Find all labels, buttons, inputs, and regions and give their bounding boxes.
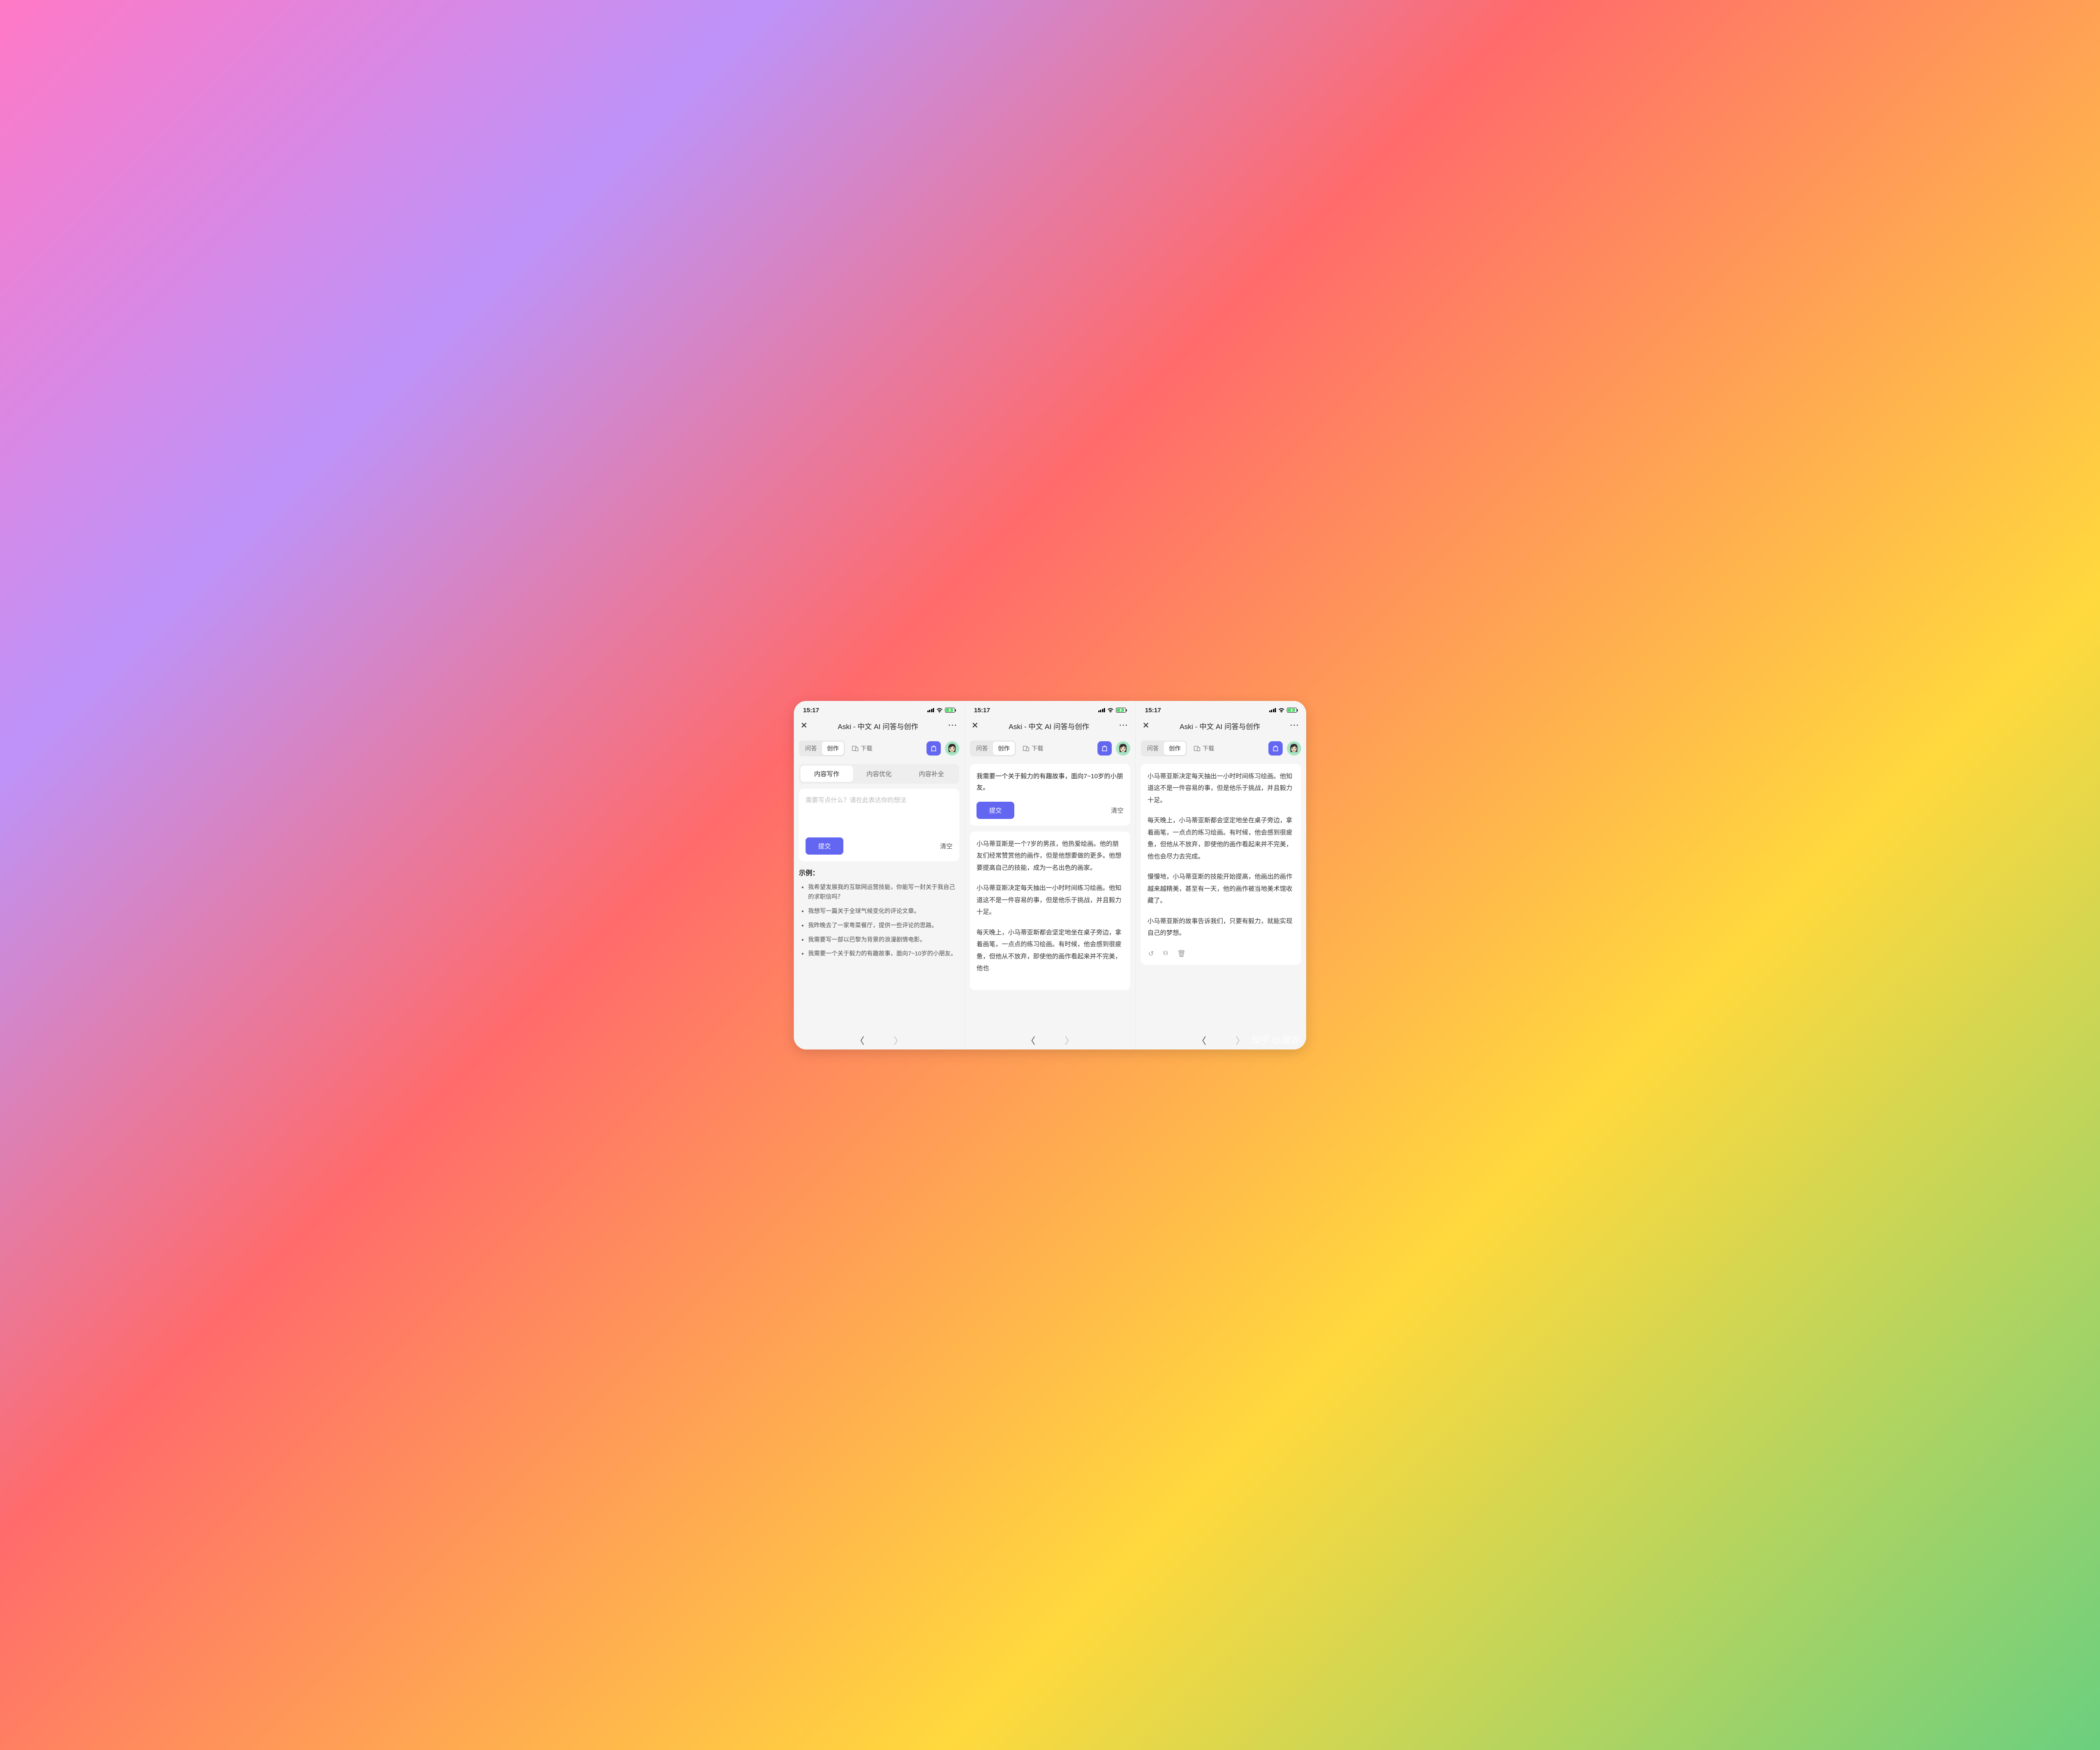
subtab-complete[interactable]: 内容补全 bbox=[905, 766, 958, 782]
story-paragraph: 每天晚上，小马蒂亚斯都会坚定地坐在桌子旁边，拿着画笔，一点点的练习绘画。有时候，… bbox=[976, 927, 1124, 975]
shop-button[interactable] bbox=[1268, 741, 1283, 756]
more-icon[interactable]: ··· bbox=[1290, 722, 1299, 729]
examples-section: 示例： 我希望发展我的互联网运营技能，你能写一封关于我自己的求职信吗？ 我想写一… bbox=[799, 867, 959, 959]
tab-qa[interactable]: 问答 bbox=[971, 742, 993, 755]
bag-icon bbox=[930, 745, 937, 752]
result-card: 小马蒂亚斯是一个7岁的男孩，他热爱绘画。他的朋友们经常赞赏他的画作，但是他想要做… bbox=[970, 832, 1130, 990]
page-next-icon[interactable]: 〉 bbox=[1236, 1034, 1245, 1047]
tab-qa[interactable]: 问答 bbox=[800, 742, 822, 755]
example-item[interactable]: 我想写一篇关于全球气候变化的评论文章。 bbox=[808, 906, 959, 916]
mode-segment: 问答 创作 bbox=[970, 740, 1016, 756]
signal-icon bbox=[927, 708, 934, 712]
regenerate-icon[interactable]: ↺ bbox=[1148, 950, 1154, 958]
wifi-icon bbox=[1107, 708, 1114, 713]
prompt-input-card: 我需要一个关于毅力的有趣故事，面向7~10岁的小朋友。 提交 清空 bbox=[970, 764, 1130, 826]
bag-icon bbox=[1272, 745, 1279, 752]
shop-button[interactable] bbox=[927, 741, 941, 756]
tab-create[interactable]: 创作 bbox=[822, 742, 844, 755]
download-link[interactable]: 下载 bbox=[1023, 744, 1043, 753]
more-icon[interactable]: ··· bbox=[948, 722, 958, 729]
phone-screen-3: 15:17 ✕ Aski - 中文 AI 问答与创作 ··· 问答 创作 下载 bbox=[1135, 701, 1306, 1049]
app-title: Aski - 中文 AI 问答与创作 bbox=[838, 721, 919, 731]
story-paragraph: 小马蒂亚斯是一个7岁的男孩，他热爱绘画。他的朋友们经常赞赏他的画作，但是他想要做… bbox=[976, 838, 1124, 874]
pager: 〈 〉 bbox=[1136, 1034, 1306, 1047]
pager: 〈 〉 bbox=[965, 1034, 1135, 1047]
mode-segment: 问答 创作 bbox=[1141, 740, 1187, 756]
phone-screen-2: 15:17 ✕ Aski - 中文 AI 问答与创作 ··· 问答 创作 下载 bbox=[964, 701, 1135, 1049]
delete-icon[interactable]: 🗑︎ bbox=[1177, 950, 1186, 958]
page-prev-icon[interactable]: 〈 bbox=[1026, 1034, 1035, 1047]
mode-segment: 问答 创作 bbox=[799, 740, 845, 756]
pager: 〈 〉 bbox=[794, 1034, 964, 1047]
story-paragraph: 每天晚上，小马蒂亚斯都会坚定地坐在桌子旁边，拿着画笔，一点点的练习绘画。有时候，… bbox=[1147, 815, 1294, 863]
subtab-write[interactable]: 内容写作 bbox=[801, 766, 853, 782]
subtab-optimize[interactable]: 内容优化 bbox=[853, 766, 906, 782]
status-time: 15:17 bbox=[1145, 707, 1161, 714]
app-nav-bar: ✕ Aski - 中文 AI 问答与创作 ··· bbox=[1136, 715, 1306, 737]
page-next-icon[interactable]: 〉 bbox=[894, 1034, 903, 1047]
user-avatar[interactable]: 👩🏻 bbox=[1116, 741, 1130, 756]
story-paragraph: 小马蒂亚斯决定每天抽出一小时时间练习绘画。他知道这不是一件容易的事，但是他乐于挑… bbox=[1147, 771, 1294, 807]
app-nav-bar: ✕ Aski - 中文 AI 问答与创作 ··· bbox=[965, 715, 1135, 737]
tab-create[interactable]: 创作 bbox=[993, 742, 1015, 755]
status-time: 15:17 bbox=[974, 707, 990, 714]
story-paragraph: 小马蒂亚斯的故事告诉我们，只要有毅力，就能实现自己的梦想。 bbox=[1147, 916, 1294, 939]
phone-screen-1: 15:17 ✕ Aski - 中文 AI 问答与创作 ··· 问答 创作 下载 bbox=[794, 701, 964, 1049]
page-next-icon[interactable]: 〉 bbox=[1065, 1034, 1074, 1047]
story-paragraph: 慢慢地，小马蒂亚斯的技能开始提高，他画出的画作越来越精美，甚至有一天，他的画作被… bbox=[1147, 871, 1294, 907]
page-prev-icon[interactable]: 〈 bbox=[1197, 1034, 1206, 1047]
close-icon[interactable]: ✕ bbox=[971, 722, 979, 730]
example-item[interactable]: 我需要一个关于毅力的有趣故事，面向7~10岁的小朋友。 bbox=[808, 949, 959, 959]
example-item[interactable]: 我希望发展我的互联网运营技能，你能写一封关于我自己的求职信吗？ bbox=[808, 882, 959, 903]
clear-button[interactable]: 清空 bbox=[1111, 806, 1124, 815]
result-actions: ↺ ⧉ 🗑︎ bbox=[1147, 948, 1294, 962]
status-time: 15:17 bbox=[803, 707, 819, 714]
prompt-input-card: 需要写点什么？请在此表达你的想法 提交 清空 bbox=[799, 789, 959, 861]
devices-icon bbox=[1194, 745, 1200, 752]
status-bar: 15:17 bbox=[1136, 701, 1306, 715]
main-toolbar: 问答 创作 下载 👩🏻 bbox=[794, 737, 964, 760]
user-avatar[interactable]: 👩🏻 bbox=[1287, 741, 1301, 756]
app-title: Aski - 中文 AI 问答与创作 bbox=[1009, 721, 1089, 731]
submit-button[interactable]: 提交 bbox=[976, 802, 1014, 819]
status-bar: 15:17 bbox=[794, 701, 964, 715]
user-avatar[interactable]: 👩🏻 bbox=[945, 741, 959, 756]
download-link[interactable]: 下载 bbox=[1194, 744, 1214, 753]
status-bar: 15:17 bbox=[965, 701, 1135, 715]
example-item[interactable]: 我需要写一部以巴黎为背景的浪漫剧情电影。 bbox=[808, 935, 959, 945]
download-link[interactable]: 下载 bbox=[852, 744, 872, 753]
tab-create[interactable]: 创作 bbox=[1164, 742, 1186, 755]
prompt-input[interactable]: 我需要一个关于毅力的有趣故事，面向7~10岁的小朋友。 bbox=[976, 771, 1124, 793]
result-card: 小马蒂亚斯决定每天抽出一小时时间练习绘画。他知道这不是一件容易的事，但是他乐于挑… bbox=[1141, 764, 1301, 965]
clear-button[interactable]: 清空 bbox=[940, 842, 953, 850]
shop-button[interactable] bbox=[1097, 741, 1112, 756]
examples-heading: 示例： bbox=[799, 867, 959, 877]
tab-qa[interactable]: 问答 bbox=[1142, 742, 1164, 755]
content-subtabs: 内容写作 内容优化 内容补全 bbox=[799, 764, 959, 784]
main-toolbar: 问答 创作 下载 👩🏻 bbox=[1136, 737, 1306, 760]
story-paragraph: 小马蒂亚斯决定每天抽出一小时时间练习绘画。他知道这不是一件容易的事，但是他乐于挑… bbox=[976, 882, 1124, 918]
signal-icon bbox=[1098, 708, 1105, 712]
devices-icon bbox=[1023, 745, 1029, 752]
page-prev-icon[interactable]: 〈 bbox=[855, 1034, 864, 1047]
submit-button[interactable]: 提交 bbox=[806, 837, 843, 855]
wifi-icon bbox=[936, 708, 943, 713]
close-icon[interactable]: ✕ bbox=[801, 722, 808, 730]
battery-icon bbox=[1116, 708, 1126, 713]
battery-icon bbox=[945, 708, 955, 713]
three-phone-showcase: 15:17 ✕ Aski - 中文 AI 问答与创作 ··· 问答 创作 下载 bbox=[794, 701, 1306, 1049]
copy-icon[interactable]: ⧉ bbox=[1163, 950, 1168, 958]
battery-icon bbox=[1287, 708, 1297, 713]
signal-icon bbox=[1269, 708, 1276, 712]
close-icon[interactable]: ✕ bbox=[1142, 722, 1150, 730]
main-toolbar: 问答 创作 下载 👩🏻 bbox=[965, 737, 1135, 760]
bag-icon bbox=[1101, 745, 1108, 752]
wifi-icon bbox=[1278, 708, 1285, 713]
more-icon[interactable]: ··· bbox=[1119, 722, 1129, 729]
app-nav-bar: ✕ Aski - 中文 AI 问答与创作 ··· bbox=[794, 715, 964, 737]
prompt-input[interactable]: 需要写点什么？请在此表达你的想法 bbox=[806, 795, 953, 829]
app-title: Aski - 中文 AI 问答与创作 bbox=[1180, 721, 1260, 731]
example-item[interactable]: 我昨晚去了一家粤菜餐厅，提供一些评论的思路。 bbox=[808, 921, 959, 931]
devices-icon bbox=[852, 745, 858, 752]
